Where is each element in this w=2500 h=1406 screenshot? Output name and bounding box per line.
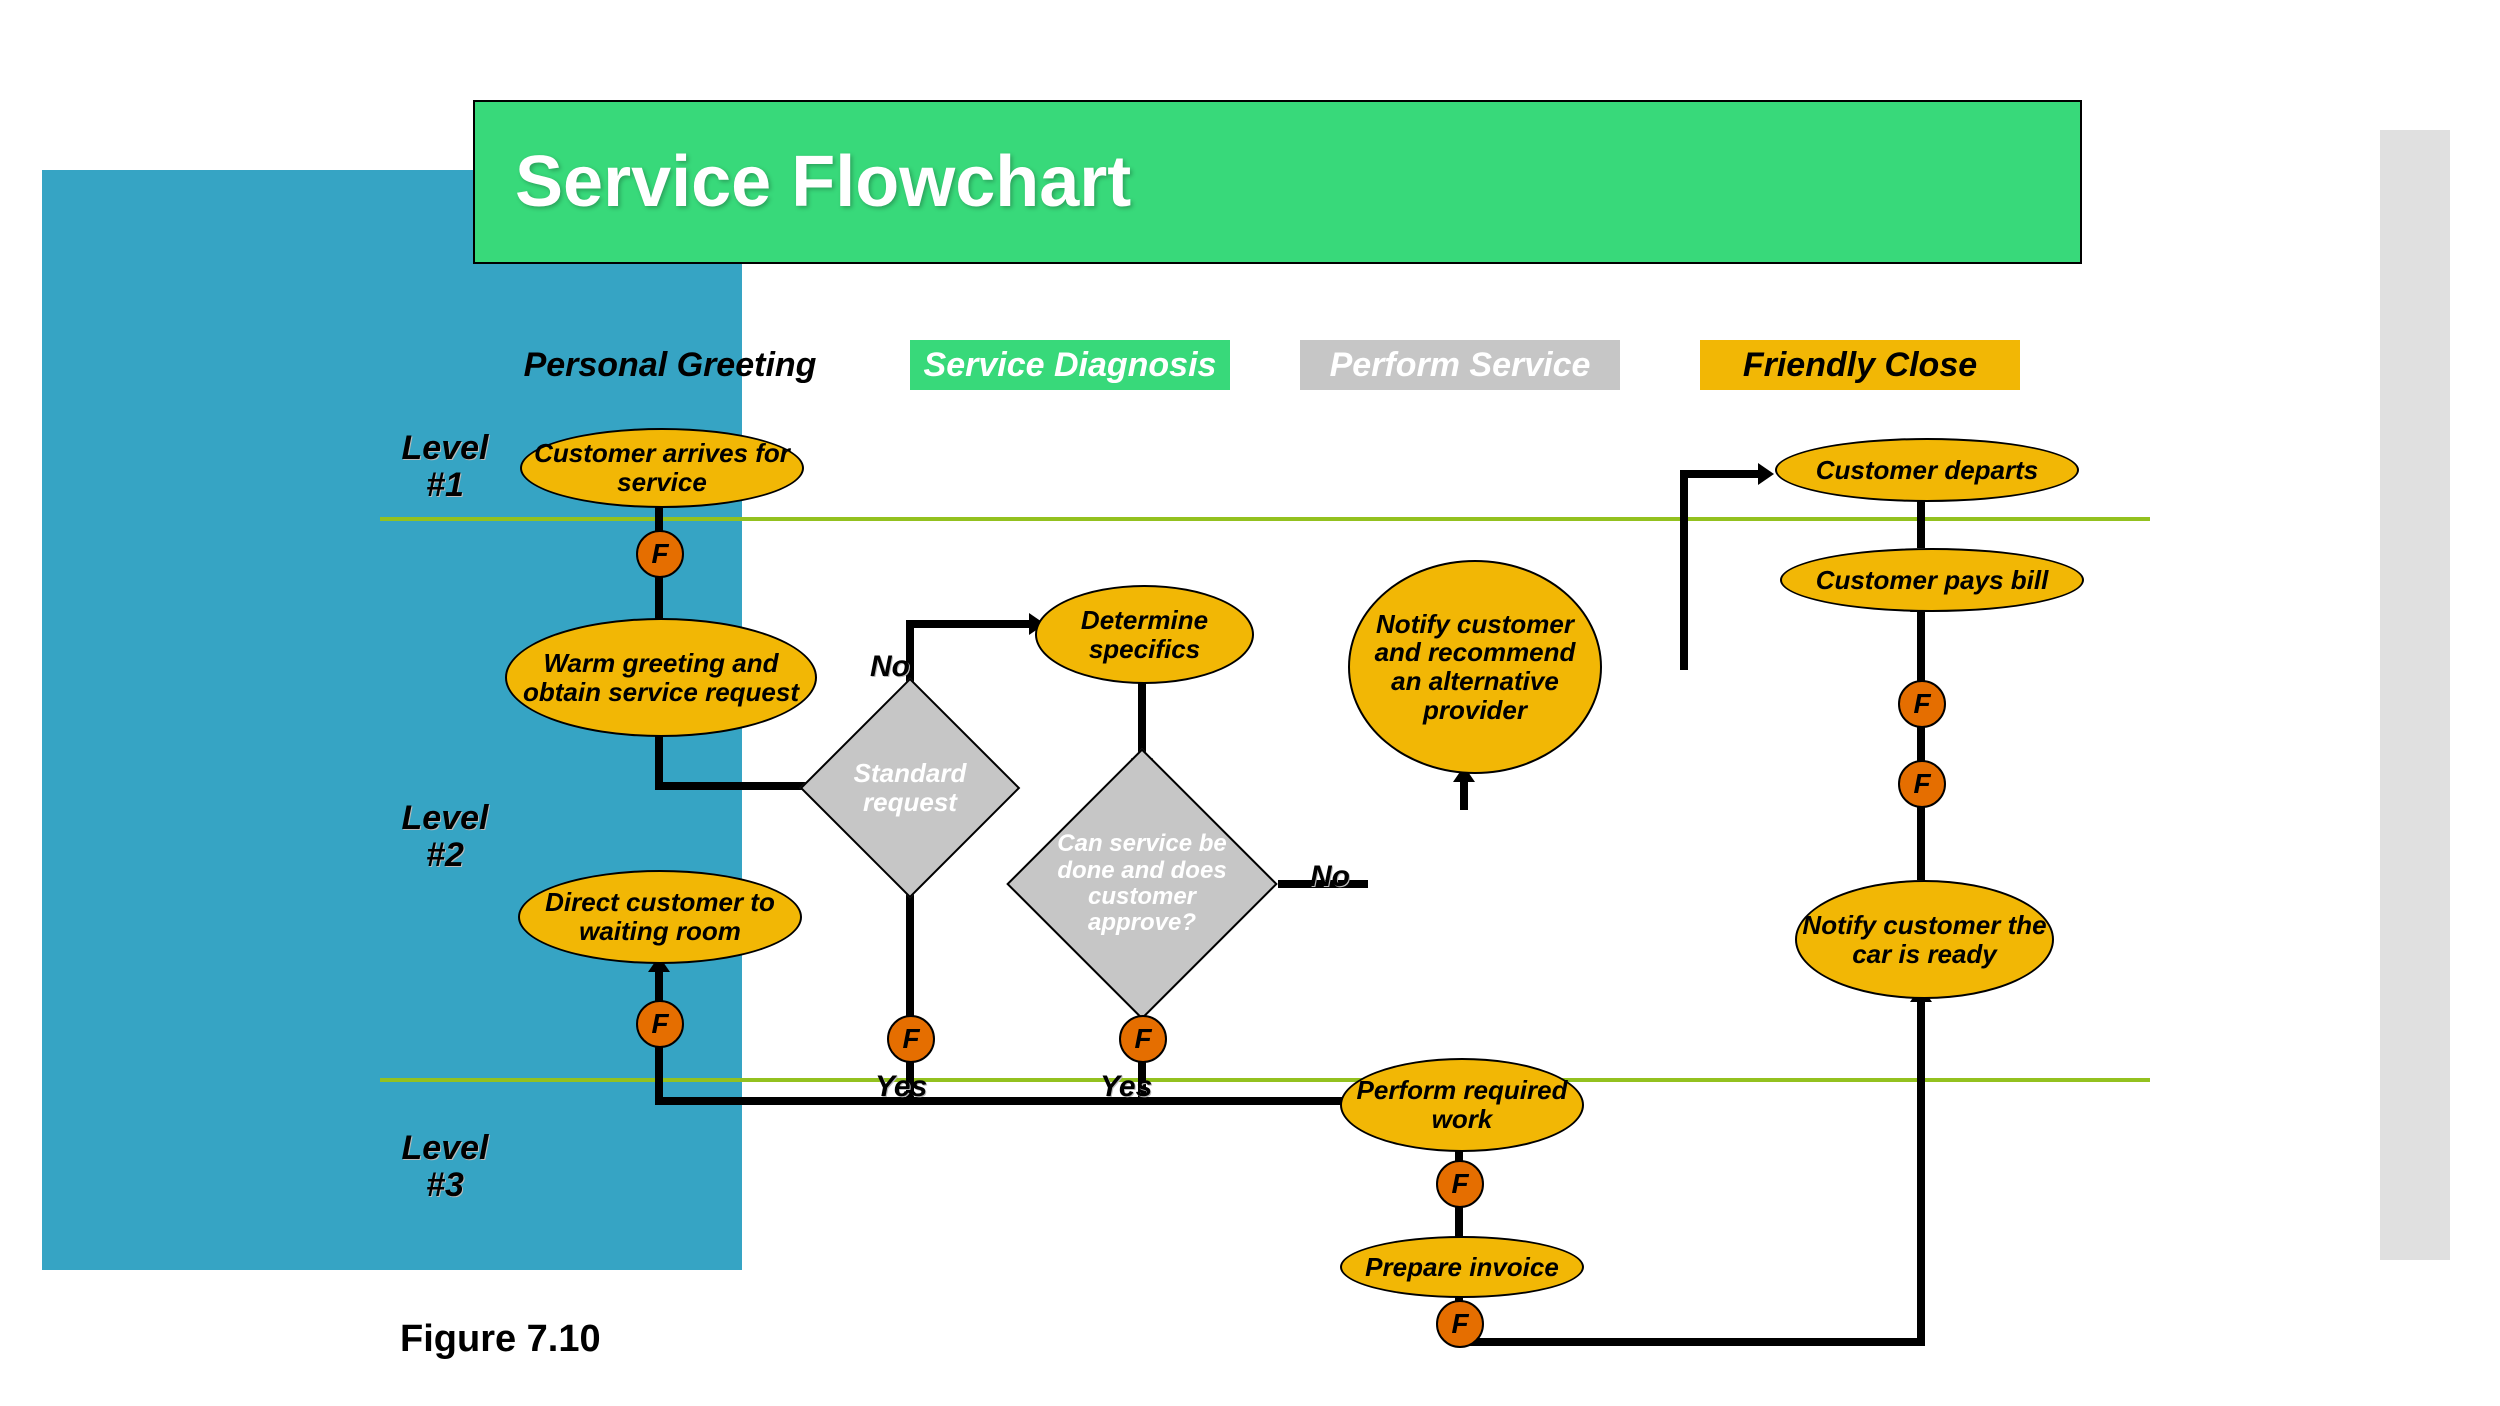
decision-can-service: Can service be done and does customer ap…	[1010, 752, 1274, 1016]
figure-caption: Figure 7.10	[400, 1318, 601, 1361]
label-no-2: No	[1310, 860, 1350, 894]
conn-alt-v	[1680, 470, 1688, 670]
fdot-5: F	[1436, 1160, 1484, 1208]
node-direct-customer: Direct customer to waiting room	[518, 870, 802, 964]
conn-merge-h	[655, 1097, 1350, 1105]
level-3-label: Level#3	[385, 1130, 505, 1205]
fdot-4: F	[1119, 1015, 1167, 1063]
node-customer-arrives: Customer arrives for service	[520, 428, 804, 508]
conn-inv-up	[1917, 1000, 1925, 1346]
conn-inv-h	[1455, 1338, 1925, 1346]
node-warm-greeting: Warm greeting and obtain service request	[505, 618, 817, 737]
decision-standard-request: Standard request	[832, 710, 988, 866]
label-yes-2: Yes	[1100, 1070, 1152, 1104]
stage: Service Flowchart Personal Greeting Serv…	[0, 0, 2500, 1406]
divider-line-1	[380, 517, 2150, 521]
level-1-label: Level#1	[385, 430, 505, 505]
fdot-6: F	[1436, 1300, 1484, 1348]
fdot-2: F	[636, 1000, 684, 1048]
right-grey-bar	[2380, 130, 2450, 1260]
col-service-diagnosis: Service Diagnosis	[910, 340, 1230, 390]
title-text: Service Flowchart	[515, 141, 1131, 223]
node-notify-alternative: Notify customer and recommend an alterna…	[1348, 560, 1602, 774]
conn-pays-depart-v	[1917, 498, 1925, 548]
col-personal-greeting: Personal Greeting	[510, 340, 830, 390]
fdot-7: F	[1898, 680, 1946, 728]
col-perform-service: Perform Service	[1300, 340, 1620, 390]
node-determine-specifics: Determine specifics	[1035, 585, 1254, 684]
col-friendly-close: Friendly Close	[1700, 340, 2020, 390]
fdot-1: F	[636, 530, 684, 578]
node-notify-ready: Notify customer the car is ready	[1795, 880, 2054, 999]
conn-std-no-h	[906, 620, 1031, 628]
level-2-label: Level#2	[385, 800, 505, 875]
fdot-8: F	[1898, 760, 1946, 808]
fdot-3: F	[887, 1015, 935, 1063]
label-no-1: No	[870, 650, 910, 684]
conn-ready-pays-v	[1917, 610, 1925, 880]
node-perform-work: Perform required work	[1340, 1058, 1584, 1152]
node-prepare-invoice: Prepare invoice	[1340, 1236, 1584, 1298]
node-customer-departs: Customer departs	[1775, 438, 2079, 502]
arrow-alt-depart	[1758, 463, 1774, 485]
title-bar: Service Flowchart	[473, 100, 2082, 264]
conn-alt-h	[1680, 470, 1760, 478]
conn-greet-v	[655, 730, 663, 790]
divider-line-2	[380, 1078, 2150, 1082]
conn-can-no-v	[1460, 780, 1468, 810]
node-customer-pays: Customer pays bill	[1780, 548, 2084, 612]
label-yes-1: Yes	[875, 1070, 927, 1104]
